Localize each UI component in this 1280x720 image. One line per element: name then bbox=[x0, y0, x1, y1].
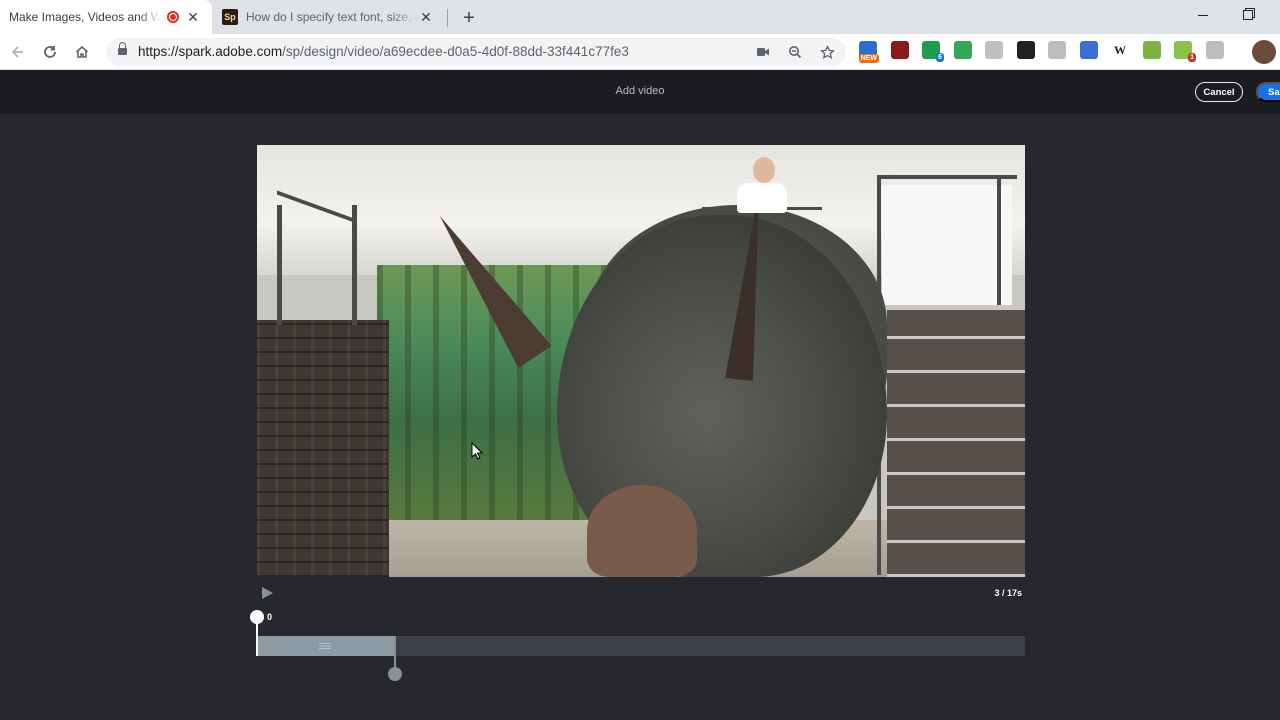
plus-icon[interactable]: + bbox=[458, 7, 480, 29]
trim-end-handle[interactable] bbox=[388, 667, 402, 681]
page-title: Add video bbox=[615, 85, 665, 97]
reload-icon[interactable] bbox=[39, 41, 61, 63]
close-tab-icon[interactable]: ✕ bbox=[185, 9, 201, 25]
spark-favicon-icon: Sp bbox=[222, 9, 238, 25]
extension-badge: 6 bbox=[936, 53, 944, 62]
play-icon[interactable] bbox=[260, 586, 274, 600]
help-circle-extension-icon[interactable] bbox=[985, 41, 1003, 59]
video-scene-window bbox=[882, 185, 1012, 305]
url-host: https://spark.adobe.com bbox=[138, 44, 283, 59]
tab-help-article[interactable]: Sp How do I specify text font, size, and… bbox=[214, 0, 446, 34]
video-scene-railing bbox=[877, 175, 1017, 179]
tab-title: How do I specify text font, size, and bbox=[246, 10, 418, 24]
bookmark-star-icon[interactable] bbox=[818, 43, 836, 61]
close-tab-icon[interactable]: ✕ bbox=[418, 9, 434, 25]
time-readout: 3 / 17s bbox=[994, 588, 1022, 598]
video-scene-snout bbox=[587, 485, 697, 577]
android-extension-icon[interactable]: 1 bbox=[1174, 41, 1196, 62]
browser-tab-strip: Make Images, Videos and Web Stories ✕ Sp… bbox=[0, 0, 1280, 34]
speaker-extension-icon[interactable] bbox=[890, 41, 909, 59]
timeline-track[interactable] bbox=[257, 636, 1025, 656]
playhead-handle[interactable] bbox=[250, 610, 264, 624]
restore-window-icon[interactable] bbox=[1236, 4, 1260, 26]
address-bar[interactable]: https://spark.adobe.com/sp/design/video/… bbox=[106, 38, 846, 66]
lock-icon bbox=[118, 42, 127, 57]
profile-avatar[interactable] bbox=[1252, 40, 1276, 64]
trim-end-line bbox=[394, 636, 396, 670]
video-scene-stairs-right bbox=[887, 310, 1025, 577]
cloud-extension-icon[interactable] bbox=[1205, 41, 1224, 59]
wikipedia-extension-icon[interactable]: W bbox=[1111, 41, 1129, 59]
url-text: https://spark.adobe.com/sp/design/video/… bbox=[138, 44, 629, 59]
save-button[interactable]: Save bbox=[1256, 82, 1280, 102]
video-scene-railing bbox=[997, 175, 1001, 305]
cancel-button[interactable]: Cancel bbox=[1195, 82, 1243, 102]
url-path: /sp/design/video/a69ecdee-d0a5-4d0f-88dd… bbox=[282, 44, 629, 59]
tab-separator bbox=[447, 9, 448, 27]
microphone-extension-icon[interactable] bbox=[1016, 41, 1035, 59]
leaf-extension-icon[interactable] bbox=[1142, 41, 1161, 59]
timeline-selection[interactable] bbox=[257, 636, 395, 656]
green-doc-extension-icon[interactable] bbox=[953, 41, 972, 59]
extension-badge: 1 bbox=[1188, 53, 1196, 62]
green-chat-extension-icon[interactable]: 6 bbox=[922, 41, 944, 62]
playhead-label: 0 bbox=[267, 612, 273, 622]
back-arrow-icon[interactable] bbox=[7, 41, 29, 63]
spark-app-header: Add video Cancel Save bbox=[0, 70, 1280, 114]
video-scene-rock-wall-left bbox=[257, 320, 389, 577]
video-preview[interactable] bbox=[257, 145, 1025, 577]
recording-icon bbox=[167, 11, 179, 23]
playhead-line bbox=[256, 622, 258, 656]
video-camera-icon[interactable] bbox=[754, 43, 772, 61]
tab-spark-active[interactable]: Make Images, Videos and Web Stories ✕ bbox=[0, 0, 212, 34]
drag-grip-icon[interactable] bbox=[319, 643, 331, 649]
zoom-icon[interactable] bbox=[786, 43, 804, 61]
video-scene-child bbox=[737, 183, 787, 213]
video-scene-child bbox=[753, 157, 775, 183]
new-badge-extension-icon[interactable]: NEW bbox=[858, 41, 879, 63]
tab-title: Make Images, Videos and Web Stories bbox=[9, 10, 161, 24]
save-extension-icon[interactable] bbox=[1048, 41, 1066, 59]
extension-badge: NEW bbox=[858, 54, 879, 63]
calendar-extension-icon[interactable] bbox=[1079, 41, 1098, 59]
browser-toolbar: https://spark.adobe.com/sp/design/video/… bbox=[0, 34, 1280, 70]
home-icon[interactable] bbox=[71, 41, 93, 63]
video-scene-railing bbox=[277, 205, 282, 325]
minimize-window-icon[interactable] bbox=[1191, 4, 1215, 26]
